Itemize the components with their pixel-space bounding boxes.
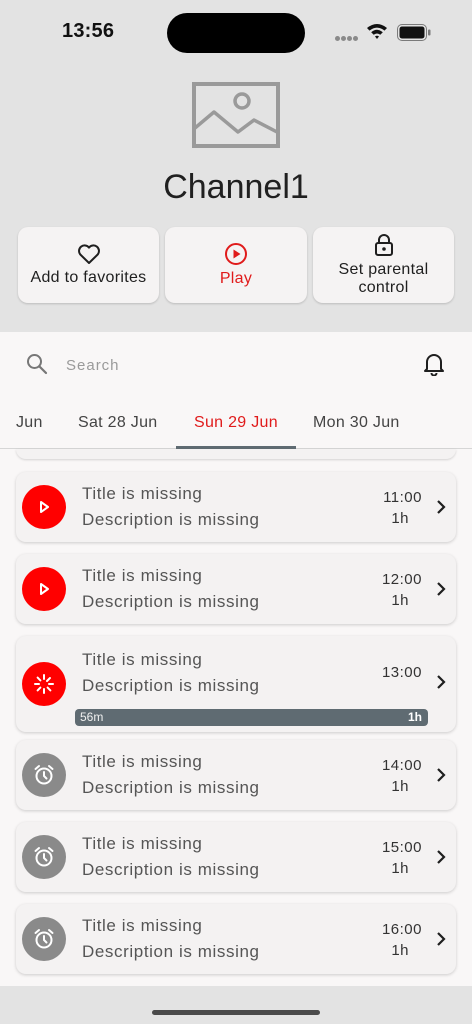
play-circle-icon bbox=[225, 243, 247, 265]
play-icon[interactable] bbox=[22, 567, 66, 611]
program-title: Title is missing bbox=[82, 566, 203, 585]
program-item-live[interactable]: Title is missing Description is missing … bbox=[16, 636, 456, 732]
alarm-icon[interactable] bbox=[22, 835, 66, 879]
program-description: Description is missing bbox=[82, 942, 260, 961]
date-tabs: Jun Sat 28 Jun Sun 29 Jun Mon 30 Jun bbox=[0, 404, 472, 449]
program-time: 15:00 bbox=[381, 839, 422, 856]
program-description: Description is missing bbox=[82, 778, 260, 797]
channel-header: 13:56 Channel1 Add to favorites Play Set… bbox=[0, 0, 472, 332]
wifi-icon bbox=[367, 24, 387, 39]
lock-icon bbox=[374, 234, 393, 256]
set-parental-control-button[interactable]: Set parental control bbox=[313, 227, 454, 303]
home-indicator[interactable] bbox=[152, 1010, 320, 1015]
program-description: Description is missing bbox=[82, 510, 260, 529]
program-item[interactable]: Title is missing Description is missing … bbox=[16, 822, 456, 892]
status-bar: 13:56 bbox=[0, 0, 472, 64]
chevron-right-icon bbox=[437, 850, 446, 864]
list-item-partial bbox=[16, 449, 456, 459]
bell-icon[interactable] bbox=[423, 352, 445, 376]
search-input[interactable] bbox=[66, 352, 366, 378]
tab-mon-30-jun[interactable]: Mon 30 Jun bbox=[313, 414, 400, 432]
alarm-icon[interactable] bbox=[22, 917, 66, 961]
battery-icon bbox=[397, 24, 431, 41]
alarm-icon[interactable] bbox=[22, 753, 66, 797]
status-time: 13:56 bbox=[62, 20, 115, 42]
program-duration: 1h bbox=[391, 860, 409, 877]
program-title: Title is missing bbox=[82, 834, 203, 853]
program-item[interactable]: Title is missing Description is missing … bbox=[16, 554, 456, 624]
program-description: Description is missing bbox=[82, 592, 260, 611]
heart-icon bbox=[77, 244, 100, 264]
program-duration: 1h bbox=[391, 510, 409, 527]
program-duration: 1h bbox=[391, 592, 409, 609]
chevron-right-icon bbox=[437, 932, 446, 946]
search-icon bbox=[27, 354, 48, 375]
program-duration: 1h bbox=[391, 778, 409, 795]
chevron-right-icon bbox=[437, 582, 446, 596]
progress-elapsed: 56m bbox=[80, 710, 104, 724]
tab-jun[interactable]: Jun bbox=[16, 414, 43, 432]
program-description: Description is missing bbox=[82, 676, 260, 695]
cellular-signal-icon bbox=[335, 36, 359, 42]
program-guide: Jun Sat 28 Jun Sun 29 Jun Mon 30 Jun Tit… bbox=[0, 332, 472, 986]
chevron-right-icon bbox=[437, 675, 446, 689]
program-time: 13:00 bbox=[381, 664, 422, 681]
live-icon[interactable] bbox=[22, 662, 66, 706]
add-to-favorites-label: Add to favorites bbox=[30, 269, 147, 286]
program-item[interactable]: Title is missing Description is missing … bbox=[16, 472, 456, 542]
channel-logo-placeholder-icon bbox=[192, 82, 280, 148]
add-to-favorites-button[interactable]: Add to favorites bbox=[18, 227, 159, 303]
tab-sat-28-jun[interactable]: Sat 28 Jun bbox=[78, 414, 158, 432]
chevron-right-icon bbox=[437, 500, 446, 514]
program-title: Title is missing bbox=[82, 650, 203, 669]
program-title: Title is missing bbox=[82, 484, 203, 503]
set-parental-control-label: Set parental control bbox=[338, 261, 429, 296]
play-icon[interactable] bbox=[22, 485, 66, 529]
program-item[interactable]: Title is missing Description is missing … bbox=[16, 740, 456, 810]
program-duration: 1h bbox=[391, 942, 409, 959]
program-title: Title is missing bbox=[82, 916, 203, 935]
progress-total: 1h bbox=[407, 710, 422, 724]
program-item[interactable]: Title is missing Description is missing … bbox=[16, 904, 456, 974]
bottom-bar bbox=[0, 986, 472, 1024]
program-title: Title is missing bbox=[82, 752, 203, 771]
program-description: Description is missing bbox=[82, 860, 260, 879]
program-progress-bar: 56m 1h bbox=[75, 709, 428, 726]
play-button[interactable]: Play bbox=[165, 227, 307, 303]
tab-sun-29-jun[interactable]: Sun 29 Jun bbox=[194, 414, 278, 432]
channel-title: Channel1 bbox=[163, 168, 309, 206]
program-time: 11:00 bbox=[383, 489, 422, 506]
chevron-right-icon bbox=[437, 768, 446, 782]
program-time: 16:00 bbox=[381, 921, 422, 938]
program-time: 12:00 bbox=[381, 571, 422, 588]
dynamic-island bbox=[167, 13, 305, 53]
program-time: 14:00 bbox=[381, 757, 422, 774]
play-label: Play bbox=[219, 270, 253, 287]
